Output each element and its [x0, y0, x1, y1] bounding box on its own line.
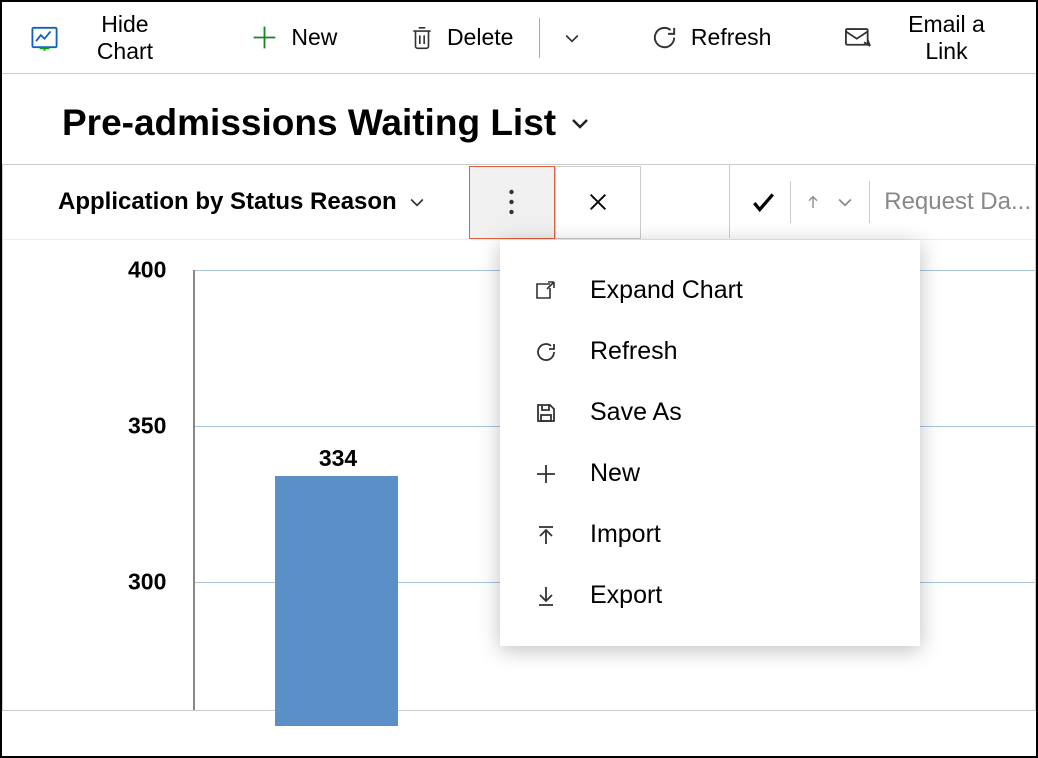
y-tick-label: 300: [128, 569, 166, 596]
delete-button[interactable]: Delete: [401, 19, 521, 56]
close-icon: [587, 191, 609, 213]
refresh-icon: [532, 340, 560, 364]
more-vertical-icon: [508, 188, 515, 216]
chart-title-label: Application by Status Reason: [58, 188, 397, 216]
y-tick-label: 350: [128, 413, 166, 440]
menu-save-as-label: Save As: [590, 398, 682, 427]
hide-chart-label: Hide Chart: [71, 11, 179, 65]
separator: [869, 181, 870, 223]
menu-new-label: New: [590, 459, 640, 488]
view-title-bar[interactable]: Pre-admissions Waiting List: [2, 74, 1036, 164]
arrow-up-icon[interactable]: [805, 189, 821, 215]
chevron-down-icon: [568, 111, 592, 135]
save-icon: [532, 401, 560, 425]
menu-export-label: Export: [590, 581, 662, 610]
checkmark-icon[interactable]: [750, 189, 776, 215]
chevron-down-icon: [562, 28, 582, 48]
menu-expand-chart-label: Expand Chart: [590, 276, 743, 305]
menu-refresh-label: Refresh: [590, 337, 678, 366]
column-name-placeholder[interactable]: Request Da...: [884, 188, 1031, 216]
menu-export[interactable]: Export: [500, 565, 920, 626]
chart-header: Application by Status Reason: [3, 165, 1035, 240]
page-title: Pre-admissions Waiting List: [62, 102, 556, 144]
grid-header-controls: Request Da...: [729, 165, 1035, 238]
refresh-label: Refresh: [691, 24, 772, 51]
delete-label: Delete: [447, 24, 513, 51]
chevron-down-icon[interactable]: [835, 192, 855, 212]
chart-more-menu: Expand Chart Refresh: [500, 240, 920, 646]
hide-chart-button[interactable]: Hide Chart: [22, 7, 187, 69]
chevron-down-icon: [407, 192, 427, 212]
new-button[interactable]: New: [242, 19, 345, 56]
menu-import-label: Import: [590, 520, 661, 549]
plus-icon: [532, 462, 560, 486]
y-tick-label: 400: [128, 257, 166, 284]
toolbar-separator: [539, 18, 540, 58]
chart-bar[interactable]: [275, 476, 398, 726]
bar-value-label: 334: [319, 445, 357, 472]
chart-toggle-icon: [30, 23, 59, 52]
chart-title-selector[interactable]: Application by Status Reason: [3, 188, 427, 216]
chart-close-button[interactable]: [555, 166, 641, 239]
plus-icon: [250, 23, 279, 52]
expand-icon: [532, 279, 560, 303]
command-bar: Hide Chart New Delete: [2, 2, 1036, 74]
email-link-label: Email a Link: [885, 11, 1008, 65]
export-icon: [532, 584, 560, 608]
new-label: New: [291, 24, 337, 51]
delete-dropdown-button[interactable]: [558, 24, 586, 52]
menu-save-as[interactable]: Save As: [500, 382, 920, 443]
email-link-button[interactable]: Email a Link: [835, 7, 1016, 69]
separator: [790, 181, 791, 223]
refresh-icon: [650, 23, 679, 52]
refresh-button[interactable]: Refresh: [642, 19, 780, 56]
email-icon: [843, 23, 873, 52]
menu-refresh[interactable]: Refresh: [500, 321, 920, 382]
trash-icon: [409, 23, 435, 52]
menu-import[interactable]: Import: [500, 504, 920, 565]
chart-more-button[interactable]: [469, 166, 555, 239]
import-icon: [532, 523, 560, 547]
menu-new[interactable]: New: [500, 443, 920, 504]
menu-expand-chart[interactable]: Expand Chart: [500, 260, 920, 321]
